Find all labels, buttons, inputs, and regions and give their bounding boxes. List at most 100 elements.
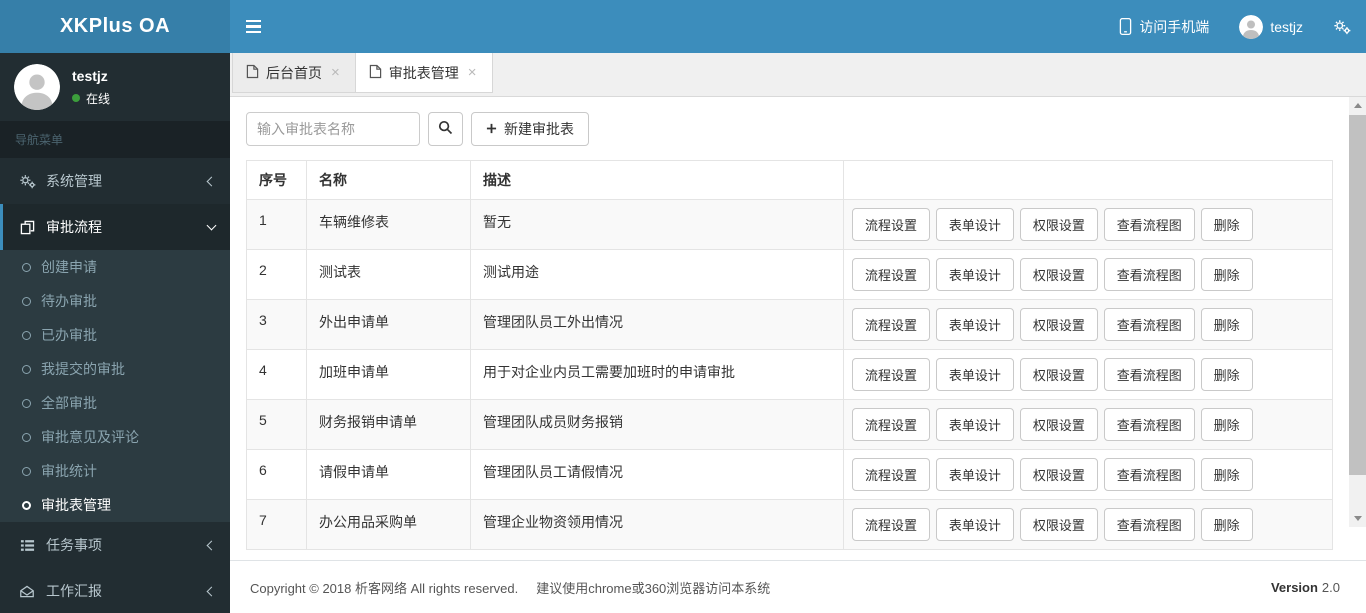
view-flowchart-button[interactable]: 查看流程图 xyxy=(1103,458,1195,491)
sidebar-menu: 系统管理 审批流程 创建申请 待办审批 已办审批 我提交的审批 全部审批 审批意… xyxy=(0,158,230,613)
cell-description: 测试用途 xyxy=(470,249,844,300)
cell-description: 用于对企业内员工需要加班时的申请审批 xyxy=(470,349,844,400)
flow-settings-button[interactable]: 流程设置 xyxy=(852,308,931,341)
submenu-item-done-approvals[interactable]: 已办审批 xyxy=(0,318,230,352)
circle-icon xyxy=(22,398,31,408)
submenu-item-statistics[interactable]: 审批统计 xyxy=(0,454,230,488)
cell-description: 管理团队员工外出情况 xyxy=(470,299,844,350)
flow-settings-button[interactable]: 流程设置 xyxy=(852,358,931,391)
tab-close-icon[interactable]: × xyxy=(329,65,342,80)
form-design-button[interactable]: 表单设计 xyxy=(935,308,1014,341)
plus-icon xyxy=(486,121,497,137)
delete-button[interactable]: 删除 xyxy=(1200,258,1253,291)
permission-settings-button[interactable]: 权限设置 xyxy=(1019,408,1098,441)
app-window: XKPlus OA 访问手机端 testjz testjz 在线 导航菜单 系统… xyxy=(0,0,1366,613)
submenu-item-pending-approvals[interactable]: 待办审批 xyxy=(0,284,230,318)
cell-index: 6 xyxy=(246,449,307,500)
form-design-button[interactable]: 表单设计 xyxy=(935,208,1014,241)
form-design-button[interactable]: 表单设计 xyxy=(935,358,1014,391)
view-flowchart-button[interactable]: 查看流程图 xyxy=(1103,208,1195,241)
browser-tip-text: 建议使用chrome或360浏览器访问本系统 xyxy=(536,580,771,596)
delete-button[interactable]: 删除 xyxy=(1200,408,1253,441)
toolbar: 新建审批表 xyxy=(246,112,1333,146)
submenu-item-form-management[interactable]: 审批表管理 xyxy=(0,488,230,522)
cell-actions: 流程设置 表单设计 权限设置 查看流程图 删除 xyxy=(843,499,1333,550)
view-flowchart-button[interactable]: 查看流程图 xyxy=(1103,408,1195,441)
submenu-item-my-submitted[interactable]: 我提交的审批 xyxy=(0,352,230,386)
version-value: 2.0 xyxy=(1321,579,1340,595)
view-flowchart-button[interactable]: 查看流程图 xyxy=(1103,258,1195,291)
permission-settings-button[interactable]: 权限设置 xyxy=(1019,508,1098,541)
flow-settings-button[interactable]: 流程设置 xyxy=(852,208,931,241)
list-icon xyxy=(18,538,36,553)
delete-button[interactable]: 删除 xyxy=(1200,308,1253,341)
view-flowchart-button[interactable]: 查看流程图 xyxy=(1103,358,1195,391)
delete-button[interactable]: 删除 xyxy=(1200,458,1253,491)
cell-index: 2 xyxy=(246,249,307,300)
mobile-access-link[interactable]: 访问手机端 xyxy=(1104,0,1224,53)
form-design-button[interactable]: 表单设计 xyxy=(935,508,1014,541)
submenu-item-create-request[interactable]: 创建申请 xyxy=(0,250,230,284)
sidebar-section-label: 导航菜单 xyxy=(0,121,230,158)
sidebar-item-approval-flow[interactable]: 审批流程 xyxy=(0,204,230,250)
search-input[interactable] xyxy=(246,112,420,146)
scroll-down-arrow[interactable] xyxy=(1349,510,1366,527)
permission-settings-button[interactable]: 权限设置 xyxy=(1019,258,1098,291)
tab-close-icon[interactable]: × xyxy=(466,65,479,80)
tab-home[interactable]: 后台首页 × xyxy=(232,53,356,93)
online-dot-icon xyxy=(72,94,80,102)
envelope-icon xyxy=(18,585,36,598)
user-panel-name: testjz xyxy=(72,67,108,84)
user-menu[interactable]: testjz xyxy=(1224,0,1318,53)
form-design-button[interactable]: 表单设计 xyxy=(935,458,1014,491)
submenu-item-all-approvals[interactable]: 全部审批 xyxy=(0,386,230,420)
cell-actions: 流程设置 表单设计 权限设置 查看流程图 删除 xyxy=(843,449,1333,500)
chevron-down-icon xyxy=(206,220,217,231)
scrollbar-thumb[interactable] xyxy=(1349,115,1366,475)
cell-actions: 流程设置 表单设计 权限设置 查看流程图 删除 xyxy=(843,249,1333,300)
cell-name: 测试表 xyxy=(306,249,471,300)
permission-settings-button[interactable]: 权限设置 xyxy=(1019,358,1098,391)
flow-settings-button[interactable]: 流程设置 xyxy=(852,458,931,491)
form-design-button[interactable]: 表单设计 xyxy=(935,408,1014,441)
delete-button[interactable]: 删除 xyxy=(1200,508,1253,541)
delete-button[interactable]: 删除 xyxy=(1200,358,1253,391)
chevron-left-icon xyxy=(206,540,217,550)
form-design-button[interactable]: 表单设计 xyxy=(935,258,1014,291)
navbar-right: 访问手机端 testjz xyxy=(1104,0,1366,53)
circle-icon xyxy=(22,330,31,340)
permission-settings-button[interactable]: 权限设置 xyxy=(1019,308,1098,341)
cell-description: 管理企业物资领用情况 xyxy=(470,499,844,550)
sidebar-item-system-management[interactable]: 系统管理 xyxy=(0,158,230,204)
sidebar-item-label: 系统管理 xyxy=(46,173,102,189)
tab-approval-form-management[interactable]: 审批表管理 × xyxy=(355,53,493,93)
gears-icon xyxy=(18,174,36,189)
hamburger-icon xyxy=(245,19,261,23)
cell-actions: 流程设置 表单设计 权限设置 查看流程图 删除 xyxy=(843,349,1333,400)
flow-settings-button[interactable]: 流程设置 xyxy=(852,408,931,441)
new-approval-form-button[interactable]: 新建审批表 xyxy=(471,112,589,146)
scroll-up-arrow[interactable] xyxy=(1349,97,1366,114)
submenu-item-label: 待办审批 xyxy=(41,293,97,309)
settings-button[interactable] xyxy=(1318,0,1366,53)
permission-settings-button[interactable]: 权限设置 xyxy=(1019,458,1098,491)
view-flowchart-button[interactable]: 查看流程图 xyxy=(1103,308,1195,341)
permission-settings-button[interactable]: 权限设置 xyxy=(1019,208,1098,241)
username-label: testjz xyxy=(1270,18,1303,35)
flow-settings-button[interactable]: 流程设置 xyxy=(852,508,931,541)
brand-logo[interactable]: XKPlus OA xyxy=(0,0,230,53)
search-button[interactable] xyxy=(428,112,463,146)
view-flowchart-button[interactable]: 查看流程图 xyxy=(1103,508,1195,541)
sidebar-item-work-report[interactable]: 工作汇报 xyxy=(0,568,230,613)
delete-button[interactable]: 删除 xyxy=(1200,208,1253,241)
cell-actions: 流程设置 表单设计 权限设置 查看流程图 删除 xyxy=(843,299,1333,350)
main-area: 后台首页 × 审批表管理 × 输入审批表名称 新建审批表 序号 名称 描述 1 … xyxy=(230,53,1366,613)
submenu-item-label: 审批意见及评论 xyxy=(41,429,139,445)
submenu-item-comments[interactable]: 审批意见及评论 xyxy=(0,420,230,454)
sidebar-item-tasks[interactable]: 任务事项 xyxy=(0,522,230,568)
user-avatar-small xyxy=(1239,14,1264,39)
cell-index: 1 xyxy=(246,199,307,250)
circle-icon xyxy=(22,500,31,510)
sidebar-toggle-button[interactable] xyxy=(230,0,276,53)
flow-settings-button[interactable]: 流程设置 xyxy=(852,258,931,291)
